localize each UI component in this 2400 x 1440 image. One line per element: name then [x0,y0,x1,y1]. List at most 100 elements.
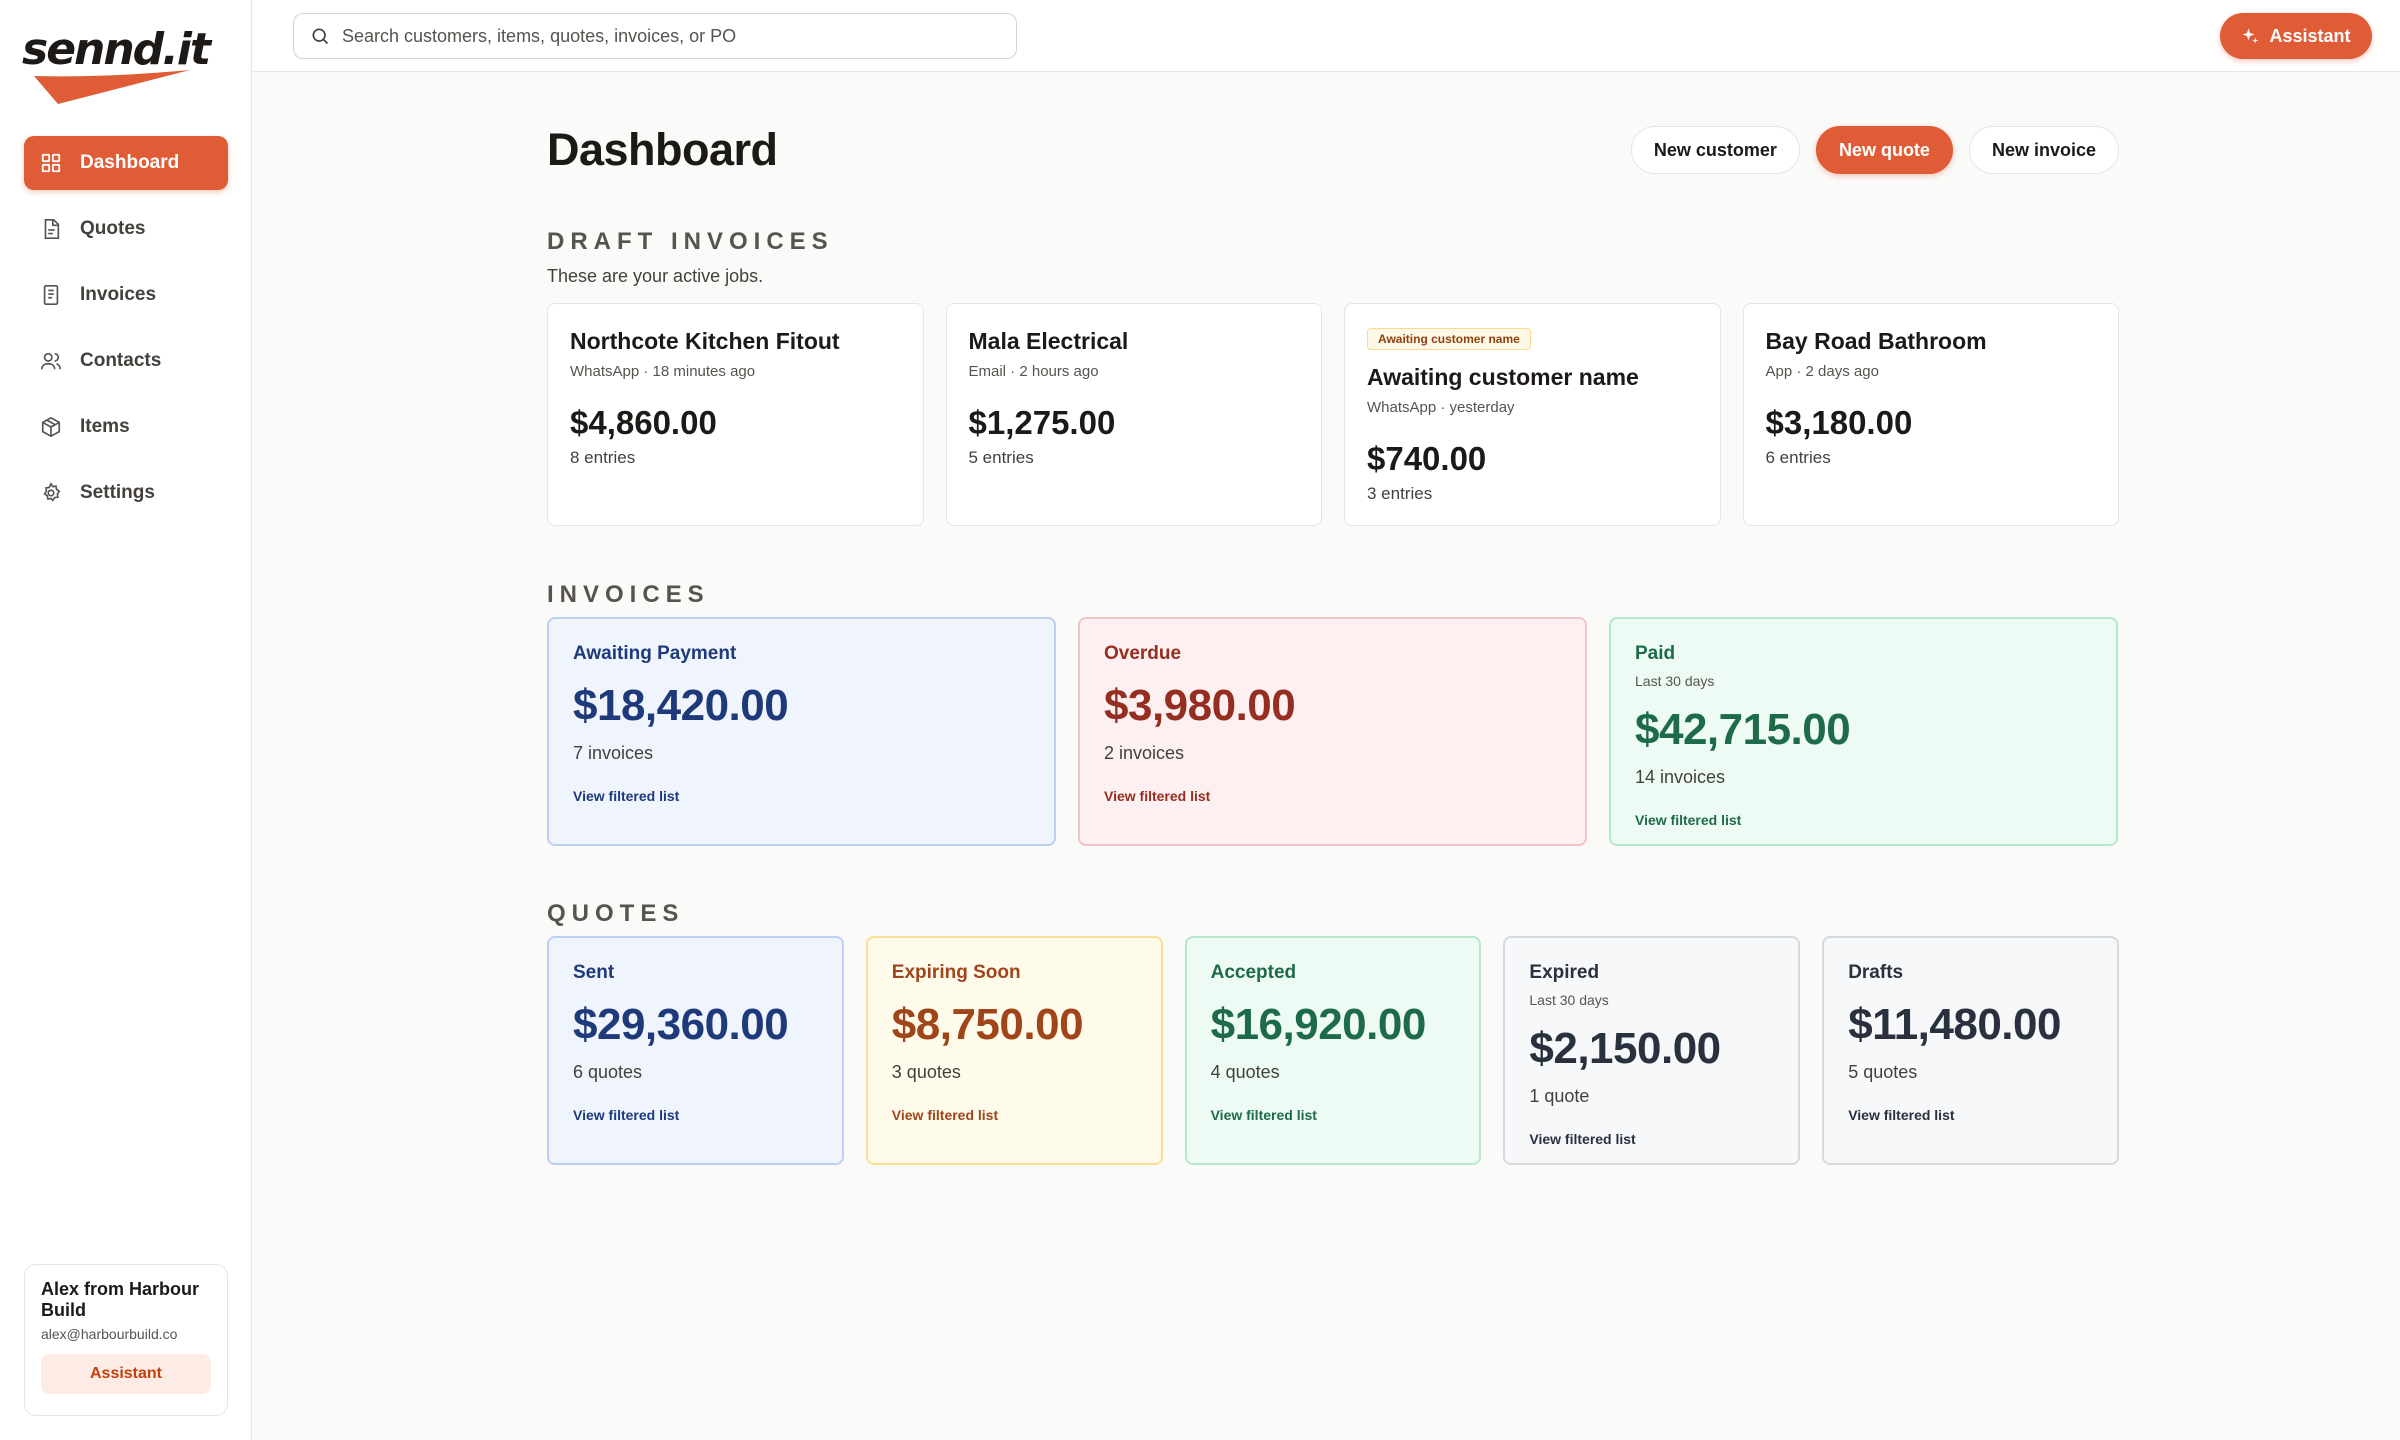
sidebar-item-quotes[interactable]: Quotes [24,202,228,256]
draft-amount: $1,275.00 [968,404,1116,441]
stat-count: 5 quotes [1848,1062,1918,1082]
sidebar-item-label: Quotes [80,218,146,239]
logo-swoosh-icon [34,70,190,104]
draft-amount: $3,180.00 [1765,404,1913,441]
stat-amount: $29,360.00 [573,1000,789,1049]
view-filtered-list-link[interactable]: View filtered list [573,788,1030,804]
sidebar-item-label: Invoices [80,284,157,305]
quotes-heading: QUOTES [547,900,685,927]
sidebar-item-label: Settings [80,482,155,503]
draft-entries: 5 entries [968,448,1034,467]
stat-amount: $18,420.00 [573,681,789,730]
draft-invoice-card[interactable]: Bay Road Bathroom App · 2 days ago $3,18… [1742,303,2119,526]
sidebar-item-invoices[interactable]: Invoices [24,268,228,322]
user-name: Alex from Harbour Build [41,1279,200,1320]
page-actions: New customer New quote New invoice [1630,126,2119,174]
stat-amount: $11,480.00 [1848,1000,2061,1049]
logo-text: sennd.it [22,24,211,75]
sidebar-item-label: Items [80,416,130,437]
sidebar: sennd.it Dashboard Quotes Invoices Conta… [0,0,252,1440]
dashboard-icon [40,152,62,174]
sidebar-item-dashboard[interactable]: Dashboard [24,136,228,190]
draft-meta: App · 2 days ago [1765,363,1879,380]
stat-sub: Last 30 days [1635,673,1715,689]
draft-title: Mala Electrical [968,328,1129,354]
invoice-stats: Awaiting Payment $18,420.00 7 invoices V… [547,617,2119,846]
quote-stat-card: Sent $29,360.00 6 quotes View filtered l… [547,936,844,1165]
sidebar-item-contacts[interactable]: Contacts [24,334,228,388]
quote-stat-card: Expired Last 30 days $2,150.00 1 quote V… [1503,936,1801,1165]
invoices-heading: INVOICES [547,581,710,608]
view-filtered-list-link[interactable]: View filtered list [892,1107,1137,1123]
brand-logo[interactable]: sennd.it [22,28,211,104]
assistant-button-label: Assistant [2269,25,2351,46]
draft-invoices-list: Northcote Kitchen Fitout WhatsApp · 18 m… [547,303,2119,526]
new-invoice-button[interactable]: New invoice [1968,126,2119,174]
draft-entries: 6 entries [1765,448,1831,467]
sidebar-nav: Dashboard Quotes Invoices Contacts Items [24,136,228,532]
stat-count: 3 quotes [891,1062,961,1082]
stat-count: 14 invoices [1635,767,1726,787]
stat-count: 6 quotes [573,1062,643,1082]
stat-label: Accepted [1210,962,1297,983]
page-title: Dashboard [547,124,778,175]
stat-count: 1 quote [1529,1086,1590,1106]
quote-stat-card: Accepted $16,920.00 4 quotes View filter… [1184,936,1482,1165]
draft-invoice-card[interactable]: Mala Electrical Email · 2 hours ago $1,2… [945,303,1322,526]
draft-amount: $740.00 [1367,440,1487,477]
stat-label: Drafts [1848,962,1904,983]
sidebar-item-label: Dashboard [80,152,180,173]
draft-invoice-card[interactable]: Northcote Kitchen Fitout WhatsApp · 18 m… [547,303,924,526]
user-email: alex@harbourbuild.co [41,1326,178,1342]
new-quote-button[interactable]: New quote [1815,126,1953,174]
assistant-button[interactable]: Assistant [2220,13,2372,59]
view-filtered-list-link[interactable]: View filtered list [1529,1131,1774,1147]
search-icon [312,28,329,45]
quote-stat-card: Drafts $11,480.00 5 quotes View filtered… [1822,936,2119,1165]
draft-invoice-card[interactable]: Awaiting customer name Awaiting customer… [1344,303,1721,526]
stat-label: Expired [1529,962,1600,983]
draft-meta: WhatsApp · 18 minutes ago [570,363,756,380]
stat-count: 2 invoices [1104,743,1185,763]
stat-amount: $2,150.00 [1529,1024,1721,1073]
search-input[interactable] [342,25,982,47]
sidebar-item-items[interactable]: Items [24,400,228,454]
stat-count: 4 quotes [1210,1062,1280,1082]
box-icon [40,416,62,438]
draft-invoices-subheading: These are your active jobs. [547,266,764,286]
sidebar-assistant-button[interactable]: Assistant [41,1354,211,1394]
sidebar-item-label: Contacts [80,350,162,371]
view-filtered-list-link[interactable]: View filtered list [1211,1107,1456,1123]
contacts-icon [40,350,62,372]
stat-label: Awaiting Payment [573,643,737,664]
new-customer-button[interactable]: New customer [1630,126,1800,174]
invoice-stat-card: Paid Last 30 days $42,715.00 14 invoices… [1609,617,2118,846]
draft-amount: $4,860.00 [570,404,717,441]
draft-meta: Email · 2 hours ago [968,363,1099,380]
draft-entries: 8 entries [570,448,636,467]
stat-amount: $3,980.00 [1104,681,1296,730]
view-filtered-list-link[interactable]: View filtered list [1104,788,1561,804]
stat-label: Paid [1635,643,1676,664]
view-filtered-list-link[interactable]: View filtered list [1848,1107,2093,1123]
draft-invoices-heading: DRAFT INVOICES [547,228,834,255]
user-card: Alex from Harbour Build alex@harbourbuil… [24,1264,228,1416]
draft-meta: WhatsApp · yesterday [1367,399,1515,416]
view-filtered-list-link[interactable]: View filtered list [573,1107,818,1123]
stat-amount: $8,750.00 [891,1000,1084,1049]
sparkle-icon [2242,28,2259,44]
status-badge: Awaiting customer name [1367,328,1531,350]
draft-title: Awaiting customer name [1367,364,1639,390]
draft-title: Northcote Kitchen Fitout [570,328,840,354]
stat-sub: Last 30 days [1529,992,1609,1008]
stat-label: Sent [573,962,615,983]
sidebar-item-settings[interactable]: Settings [24,466,228,520]
invoice-stat-card: Overdue $3,980.00 2 invoices View filter… [1078,617,1587,846]
gear-icon [40,482,62,504]
view-filtered-list-link[interactable]: View filtered list [1635,812,2092,828]
quote-document-icon [40,218,62,240]
search-box[interactable] [293,13,1017,59]
draft-entries: 3 entries [1367,484,1433,503]
topbar: Assistant [253,0,2400,72]
quote-stat-card: Expiring Soon $8,750.00 3 quotes View fi… [865,936,1163,1165]
